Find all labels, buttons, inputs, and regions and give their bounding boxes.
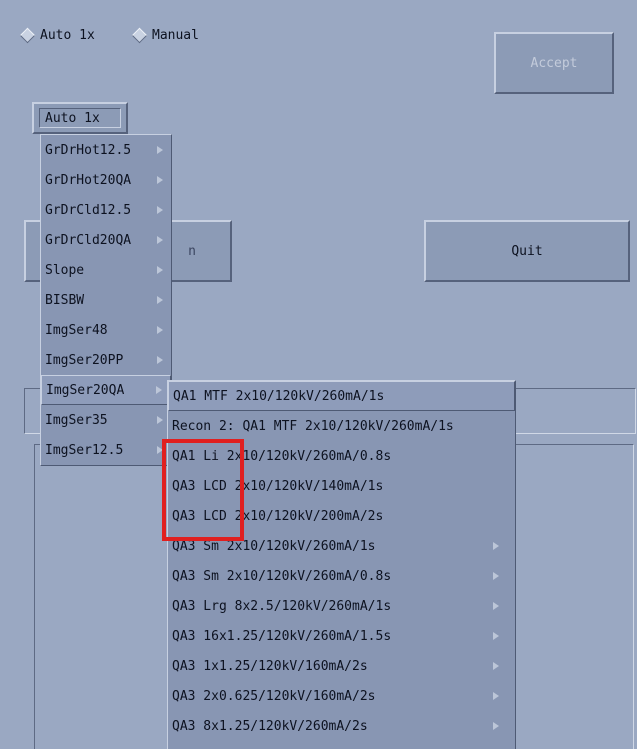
submenu-arrow-icon bbox=[157, 416, 163, 424]
menu-item-imgser12-5[interactable]: ImgSer12.5 bbox=[41, 435, 171, 465]
menu-item-label: ImgSer20QA bbox=[46, 382, 125, 398]
submenu-arrow-icon bbox=[157, 266, 163, 274]
protocol-submenu: QA1 MTF 2x10/120kV/260mA/1s Recon 2: QA1… bbox=[167, 380, 516, 749]
menu-item-grdrhot12-5[interactable]: GrDrHot12.5 bbox=[41, 135, 171, 165]
accept-button[interactable]: Accept bbox=[494, 32, 614, 94]
menu-item-bisbw[interactable]: BISBW bbox=[41, 285, 171, 315]
radio-auto-1x-label: Auto 1x bbox=[40, 28, 95, 43]
submenu-item-qa3-8x1-25[interactable]: QA3 8x1.25/120kV/260mA/2s bbox=[168, 711, 515, 741]
submenu-item-label: QA3 2x0.625/120kV/160mA/2s bbox=[172, 688, 376, 704]
menu-item-slope[interactable]: Slope bbox=[41, 255, 171, 285]
menu-item-imgser48[interactable]: ImgSer48 bbox=[41, 315, 171, 345]
submenu-item-label: QA3 Sm 2x10/120kV/260mA/0.8s bbox=[172, 568, 392, 584]
menu-item-label: GrDrHot20QA bbox=[45, 172, 132, 188]
submenu-arrow-icon bbox=[157, 206, 163, 214]
submenu-item-label: QA1 MTF 2x10/120kV/260mA/1s bbox=[173, 388, 385, 404]
menu-item-grdrhot20qa[interactable]: GrDrHot20QA bbox=[41, 165, 171, 195]
quit-button[interactable]: Quit bbox=[424, 220, 630, 282]
menu-item-imgser35[interactable]: ImgSer35 bbox=[41, 405, 171, 435]
menu-item-label: ImgSer48 bbox=[45, 322, 108, 338]
hidden-button-label: n bbox=[188, 243, 196, 259]
submenu-item-label: Recon 2: QA1 MTF 2x10/120kV/260mA/1s bbox=[172, 418, 454, 434]
submenu-item-label: QA3 1x1.25/120kV/160mA/2s bbox=[172, 658, 368, 674]
highlight-annotation bbox=[162, 439, 244, 541]
protocol-menu: GrDrHot12.5 GrDrHot20QA GrDrCld12.5 GrDr… bbox=[40, 134, 172, 466]
submenu-item-qa3-1x1-25[interactable]: QA3 1x1.25/120kV/160mA/2s bbox=[168, 651, 515, 681]
radio-manual-label: Manual bbox=[152, 28, 199, 43]
submenu-item-label: QA3 8x1.25/120kV/260mA/2s bbox=[172, 718, 368, 734]
menu-item-label: GrDrCld20QA bbox=[45, 232, 132, 248]
radio-auto-1x[interactable]: Auto 1x bbox=[19, 27, 95, 44]
menu-item-grdrcld20qa[interactable]: GrDrCld20QA bbox=[41, 225, 171, 255]
submenu-arrow-icon bbox=[157, 326, 163, 334]
radio-manual[interactable]: Manual bbox=[131, 27, 199, 44]
submenu-item-qa1-mtf[interactable]: QA1 MTF 2x10/120kV/260mA/1s bbox=[168, 381, 515, 411]
submenu-item-recon2-qa1-mtf[interactable]: Recon 2: QA1 MTF 2x10/120kV/260mA/1s bbox=[168, 411, 515, 441]
submenu-arrow-icon bbox=[156, 386, 162, 394]
menu-item-label: ImgSer20PP bbox=[45, 352, 124, 368]
submenu-arrow-icon bbox=[493, 692, 499, 700]
submenu-arrow-icon bbox=[493, 722, 499, 730]
submenu-arrow-icon bbox=[157, 356, 163, 364]
submenu-item-qa3-sm-0-8s[interactable]: QA3 Sm 2x10/120kV/260mA/0.8s bbox=[168, 561, 515, 591]
submenu-item-qa3-2x0-625[interactable]: QA3 2x0.625/120kV/160mA/2s bbox=[168, 681, 515, 711]
submenu-arrow-icon bbox=[493, 602, 499, 610]
menu-item-label: Slope bbox=[45, 262, 85, 278]
submenu-arrow-icon bbox=[493, 572, 499, 580]
menu-item-imgser20pp[interactable]: ImgSer20PP bbox=[41, 345, 171, 375]
submenu-item-label: QA3 16x1.25/120kV/260mA/1.5s bbox=[172, 628, 392, 644]
submenu-arrow-icon bbox=[157, 296, 163, 304]
submenu-arrow-icon bbox=[157, 236, 163, 244]
option-menu-button[interactable]: Auto 1x bbox=[32, 102, 128, 134]
menu-item-label: ImgSer12.5 bbox=[45, 442, 124, 458]
submenu-arrow-icon bbox=[493, 632, 499, 640]
menu-item-imgser20qa[interactable]: ImgSer20QA bbox=[41, 375, 171, 405]
submenu-arrow-icon bbox=[493, 542, 499, 550]
submenu-item-qa3-lrg[interactable]: QA3 Lrg 8x2.5/120kV/260mA/1s bbox=[168, 591, 515, 621]
submenu-item-label: QA3 Lrg 8x2.5/120kV/260mA/1s bbox=[172, 598, 392, 614]
radio-diamond-icon bbox=[131, 27, 148, 44]
menu-item-grdrcld12-5[interactable]: GrDrCld12.5 bbox=[41, 195, 171, 225]
menu-item-label: ImgSer35 bbox=[45, 412, 108, 428]
menu-item-label: GrDrCld12.5 bbox=[45, 202, 132, 218]
submenu-item-qa3-16x1-25[interactable]: QA3 16x1.25/120kV/260mA/1.5s bbox=[168, 621, 515, 651]
radio-diamond-icon bbox=[19, 27, 36, 44]
menu-item-label: BISBW bbox=[45, 292, 85, 308]
submenu-arrow-icon bbox=[157, 176, 163, 184]
submenu-arrow-icon bbox=[493, 662, 499, 670]
submenu-arrow-icon bbox=[157, 146, 163, 154]
option-menu-label: Auto 1x bbox=[39, 108, 121, 128]
menu-item-label: GrDrHot12.5 bbox=[45, 142, 132, 158]
